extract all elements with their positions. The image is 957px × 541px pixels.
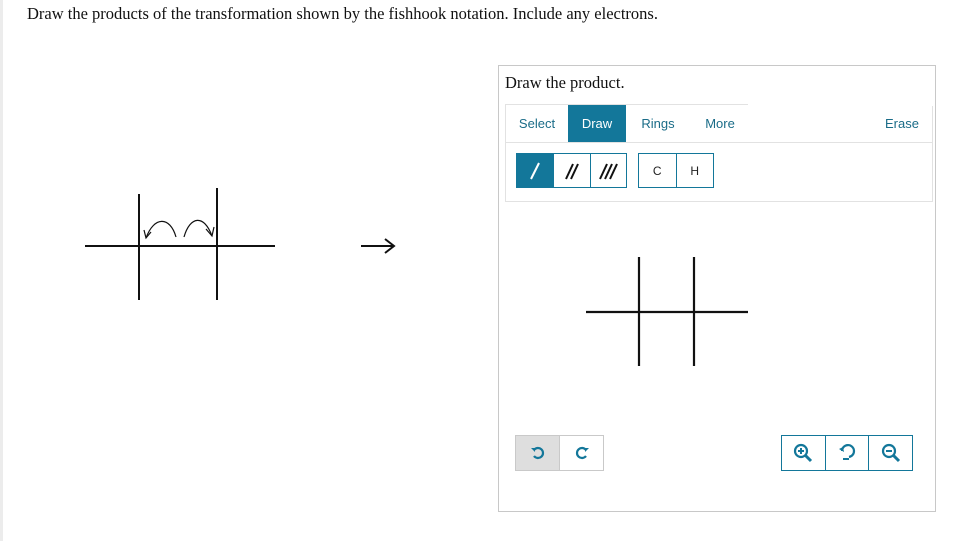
redo-button[interactable] [559,436,603,470]
triple-bond-button[interactable] [589,154,626,187]
double-bond-button[interactable] [553,154,589,187]
tab-rings[interactable]: Rings [630,105,686,142]
tool-row: C H [506,143,932,201]
single-bond-button[interactable] [517,154,554,187]
redo-icon [575,446,589,460]
question-prompt: Draw the products of the transformation … [27,4,658,23]
tab-select[interactable]: Select [506,105,568,142]
panel-title: Draw the product. [505,73,625,92]
tool-tab-row: Select Draw Rings More Erase [506,103,934,143]
drawing-canvas[interactable] [499,206,935,426]
atom-hydrogen-button[interactable]: H [675,154,714,187]
drawing-panel: Draw the product. Select Draw Rings More… [498,65,936,512]
fishhook-arrow-left [145,220,177,239]
zoom-in-icon [794,443,813,463]
tab-draw[interactable]: Draw [568,105,626,142]
zoom-in-button[interactable] [782,436,825,470]
left-page-rule [0,0,3,541]
tab-more[interactable]: More [692,105,748,142]
drawing-toolbar: Select Draw Rings More Erase C H [505,103,934,202]
reaction-arrow [361,238,396,254]
zoom-out-button[interactable] [868,436,912,470]
undo-button[interactable] [516,436,559,470]
reactant-structure [85,188,275,300]
zoom-control-group [781,435,913,471]
fishhook-arrow-right [183,219,213,238]
undo-redo-group [515,435,604,471]
atom-carbon-button[interactable]: C [639,154,676,187]
undo-icon [530,446,544,460]
reset-zoom-icon [839,444,856,460]
erase-button[interactable]: Erase [874,105,930,142]
double-bond-icon [565,163,579,179]
reset-zoom-button[interactable] [824,436,869,470]
triple-bond-icon [599,163,619,179]
single-bond-icon [530,162,541,179]
zoom-out-icon [881,443,900,463]
bond-tool-group [516,153,627,188]
atom-tool-group: C H [638,153,714,188]
